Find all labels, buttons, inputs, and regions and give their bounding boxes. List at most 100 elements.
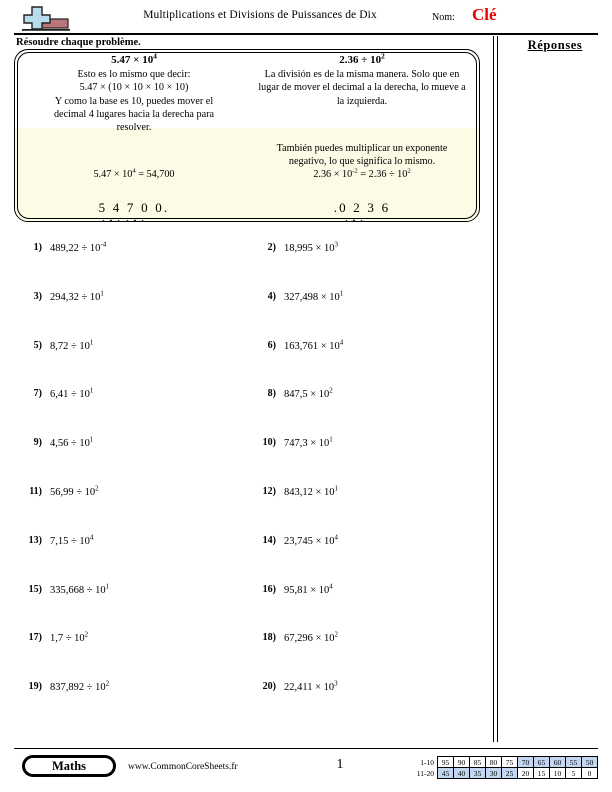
problem-18: 18) 67,296 × 102 bbox=[252, 628, 482, 677]
example-right-heading: 2.36 ÷ 102 bbox=[339, 52, 385, 66]
problem-base: 335,668 ÷ 10 bbox=[50, 584, 106, 596]
score-cell[interactable]: 10 bbox=[549, 767, 566, 779]
problem-expression: 294,32 ÷ 101 bbox=[50, 290, 104, 303]
subject-badge: Maths bbox=[22, 755, 116, 777]
example-left-result-suffix: = 54,700 bbox=[135, 169, 175, 180]
score-cell[interactable]: 60 bbox=[549, 756, 566, 768]
example-left-line1: Esto es lo mismo que decir: bbox=[77, 69, 191, 81]
score-cell[interactable]: 65 bbox=[533, 756, 550, 768]
example-right-column: 2.36 ÷ 102 La división es de la misma ma… bbox=[249, 52, 475, 108]
example-left-heading: 5.47 × 104 bbox=[111, 52, 157, 66]
problem-4: 4) 327,498 × 101 bbox=[252, 287, 482, 336]
problem-expression: 56,99 ÷ 102 bbox=[50, 486, 99, 498]
problem-base: 6,41 ÷ 10 bbox=[50, 389, 90, 401]
site-url: www.CommonCoreSheets.fr bbox=[128, 762, 238, 772]
problem-expression: 747,3 × 101 bbox=[284, 436, 333, 449]
problem-base: 294,32 ÷ 10 bbox=[50, 291, 101, 303]
problem-expression: 847,5 × 102 bbox=[284, 387, 333, 400]
problem-number: 3) bbox=[33, 290, 42, 302]
score-cell[interactable]: 20 bbox=[517, 767, 534, 779]
example-right-note: También puedes multiplicar un exponente … bbox=[249, 142, 475, 182]
problem-base: 8,72 ÷ 10 bbox=[50, 340, 90, 352]
example-left-column: 5.47 × 104 Esto es lo mismo que decir: 5… bbox=[21, 52, 247, 134]
problem-expression: 335,668 ÷ 101 bbox=[50, 583, 110, 596]
problem-base: 843,12 × 10 bbox=[284, 487, 335, 498]
problem-2: 2) 18,995 × 103 bbox=[252, 238, 482, 287]
problem-exponent: 1 bbox=[105, 583, 110, 591]
score-row-1: 1-10 95 90 85 80 75 70 65 60 55 50 bbox=[408, 756, 598, 768]
example-box: 5.47 × 104 Esto es lo mismo que decir: 5… bbox=[14, 49, 480, 222]
problem-exponent: 1 bbox=[334, 485, 339, 493]
score-cell[interactable]: 50 bbox=[581, 756, 598, 768]
problem-number: 10) bbox=[262, 437, 276, 449]
name-label: Nom: bbox=[432, 12, 455, 23]
score-cell[interactable]: 30 bbox=[485, 767, 502, 779]
problem-number: 8) bbox=[267, 388, 276, 400]
problem-expression: 23,745 × 104 bbox=[284, 534, 338, 547]
example-left-result-prefix: 5.47 × 10 bbox=[93, 169, 133, 180]
score-row-2: 11-20 45 40 35 30 25 20 15 10 5 0 bbox=[408, 767, 598, 779]
problem-exponent: 3 bbox=[334, 680, 338, 688]
score-cell[interactable]: 25 bbox=[501, 767, 518, 779]
score-cell[interactable]: 70 bbox=[517, 756, 534, 768]
problem-12: 12) 843,12 × 101 bbox=[252, 482, 482, 531]
problem-number: 9) bbox=[33, 437, 42, 449]
problem-19: 19) 837,892 ÷ 102 bbox=[18, 677, 248, 726]
example-left-line5: resolver. bbox=[116, 122, 152, 134]
example-right-equation: 2.36 × 10-2 = 2.36 ÷ 102 bbox=[313, 168, 411, 181]
page-header: Multiplications et Divisions de Puissanc… bbox=[0, 0, 612, 38]
problem-7: 7) 6,41 ÷ 101 bbox=[18, 384, 248, 433]
problem-14: 14) 23,745 × 104 bbox=[252, 531, 482, 580]
score-cell[interactable]: 80 bbox=[485, 756, 502, 768]
page-title: Multiplications et Divisions de Puissanc… bbox=[143, 9, 377, 21]
problem-exponent: 1 bbox=[329, 436, 333, 444]
problem-exponent: 2 bbox=[84, 631, 89, 639]
problem-number: 11) bbox=[29, 486, 42, 497]
problem-expression: 8,72 ÷ 101 bbox=[50, 339, 93, 352]
example-right-line1: La división es de la misma manera. Solo … bbox=[264, 69, 460, 81]
problem-number: 5) bbox=[33, 339, 42, 351]
score-cell[interactable]: 55 bbox=[565, 756, 582, 768]
problem-exponent: 1 bbox=[339, 290, 344, 298]
score-cell[interactable]: 75 bbox=[501, 756, 518, 768]
score-table: 1-10 95 90 85 80 75 70 65 60 55 50 11-20 45 40 35 30 25 2… bbox=[408, 756, 598, 779]
score-cell[interactable]: 85 bbox=[469, 756, 486, 768]
score-cell[interactable]: 90 bbox=[453, 756, 470, 768]
problem-6: 6) 163,761 × 104 bbox=[252, 336, 482, 385]
score-cell[interactable]: 0 bbox=[581, 767, 598, 779]
score-cell[interactable]: 15 bbox=[533, 767, 550, 779]
problem-exponent: 2 bbox=[329, 387, 333, 395]
example-left-result: 5.47 × 104 = 54,700 bbox=[21, 168, 247, 181]
problem-base: 23,745 × 10 bbox=[284, 535, 335, 547]
score-row-label: 11-20 bbox=[416, 768, 434, 778]
problem-expression: 95,81 × 104 bbox=[284, 583, 333, 595]
score-cell[interactable]: 95 bbox=[437, 756, 454, 768]
score-cell[interactable]: 35 bbox=[469, 767, 486, 779]
problem-expression: 67,296 × 102 bbox=[284, 632, 338, 645]
problem-base: 327,498 × 10 bbox=[284, 291, 340, 303]
problem-number: 6) bbox=[267, 339, 276, 351]
problem-number: 13) bbox=[28, 534, 42, 546]
problem-expression: 327,498 × 101 bbox=[284, 290, 344, 303]
score-cell[interactable]: 45 bbox=[437, 767, 454, 779]
problem-expression: 7,15 ÷ 104 bbox=[50, 534, 94, 546]
problem-exponent: 4 bbox=[339, 339, 344, 347]
problem-5: 5) 8,72 ÷ 101 bbox=[18, 336, 248, 385]
example-left-line2: 5.47 × (10 × 10 × 10 × 10) bbox=[79, 82, 189, 94]
score-grid: 1-10 95 90 85 80 75 70 65 60 55 50 11-20 45 40 35 30 25 2… bbox=[408, 756, 598, 779]
score-cell[interactable]: 5 bbox=[565, 767, 582, 779]
problem-exponent: 4 bbox=[89, 534, 94, 542]
plus-block-logo-icon bbox=[22, 3, 72, 33]
problem-exponent: 3 bbox=[334, 241, 339, 249]
problem-3: 3) 294,32 ÷ 101 bbox=[18, 287, 248, 336]
problem-number: 17) bbox=[28, 632, 42, 644]
page-number: 1 bbox=[336, 757, 344, 772]
problem-base: 67,296 × 10 bbox=[284, 633, 335, 645]
problem-number: 16) bbox=[262, 583, 276, 595]
score-cell[interactable]: 40 bbox=[453, 767, 470, 779]
problem-11: 11) 56,99 ÷ 102 bbox=[18, 482, 248, 531]
problem-17: 17) 1,7 ÷ 102 bbox=[18, 628, 248, 677]
problem-exponent: 4 bbox=[329, 583, 333, 591]
subject-badge-label: Maths bbox=[25, 758, 113, 774]
problem-9: 9) 4,56 ÷ 101 bbox=[18, 433, 248, 482]
